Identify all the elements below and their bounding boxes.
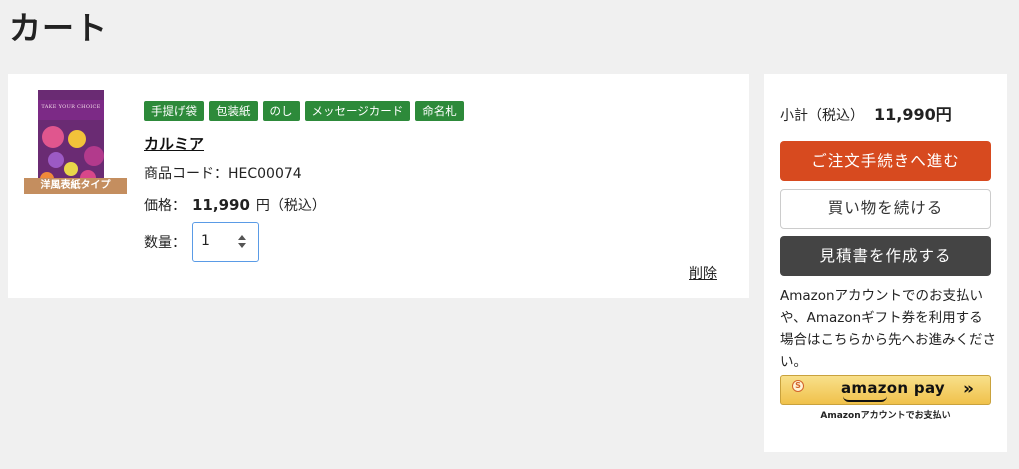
- amazon-pay-logo: amazon pay: [841, 379, 945, 397]
- option-tags: 手提げ袋 包装紙 のし メッセージカード 命名札: [144, 101, 464, 121]
- cart-item-panel: TAKE YOUR CHOICE 洋風表紙タイプ 手提げ袋 包装紙 のし メッセ…: [8, 74, 749, 298]
- tag-tesage-bukuro: 手提げ袋: [144, 101, 204, 121]
- proceed-to-checkout-button[interactable]: ご注文手続きへ進む: [780, 141, 991, 181]
- product-image-caption: 洋風表紙タイプ: [24, 178, 127, 194]
- amazon-pay-caption: Amazonアカウントでお支払い: [820, 411, 951, 421]
- continue-shopping-button[interactable]: 買い物を続ける: [780, 189, 991, 229]
- quantity-value: 1: [201, 233, 210, 249]
- select-arrows-icon: [238, 235, 246, 249]
- create-quote-button[interactable]: 見積書を作成する: [780, 236, 991, 276]
- page-title: カート: [9, 9, 109, 47]
- tag-noshi: のし: [262, 101, 300, 121]
- subtotal: 小計（税込） 11,990円: [780, 101, 952, 125]
- price-unit: 円（税込）: [255, 198, 326, 214]
- price-row: 価格： 11,990 円（税込）: [144, 195, 326, 215]
- double-chevron-right-icon: »: [963, 379, 974, 399]
- price-label: 価格：: [144, 198, 186, 214]
- flower-decoration: [68, 130, 86, 148]
- tag-housoushi: 包装紙: [209, 101, 258, 121]
- subtotal-value: 11,990円: [874, 105, 952, 124]
- amazon-badge-icon: S: [792, 380, 804, 392]
- product-name-link[interactable]: カルミア: [144, 133, 204, 154]
- quantity-select[interactable]: 1: [192, 222, 259, 262]
- quantity-label: 数量：: [144, 235, 186, 251]
- flower-decoration: [48, 152, 64, 168]
- tag-message-card: メッセージカード: [304, 101, 411, 121]
- order-summary-panel: 小計（税込） 11,990円 ご注文手続きへ進む 買い物を続ける 見積書を作成す…: [764, 74, 1007, 452]
- price-value: 11,990: [192, 196, 250, 214]
- quantity-row: 数量： 1: [144, 222, 259, 262]
- subtotal-label: 小計（税込）: [780, 108, 864, 124]
- flower-decoration: [64, 162, 78, 176]
- delete-link[interactable]: 削除: [689, 263, 717, 283]
- amazon-pay-button[interactable]: S amazon pay »: [780, 375, 991, 405]
- amazon-pay-note: Amazonアカウントでのお支払いや、Amazonギフト券を利用する場合はこちら…: [780, 288, 996, 370]
- flower-decoration: [84, 146, 104, 166]
- product-image-cover-text: TAKE YOUR CHOICE: [38, 100, 104, 120]
- product-code: 商品コード：HEC00074: [144, 166, 302, 182]
- flower-decoration: [42, 126, 64, 148]
- tag-meimei-fuda: 命名札: [415, 101, 464, 121]
- amazon-smile-icon: [843, 396, 887, 402]
